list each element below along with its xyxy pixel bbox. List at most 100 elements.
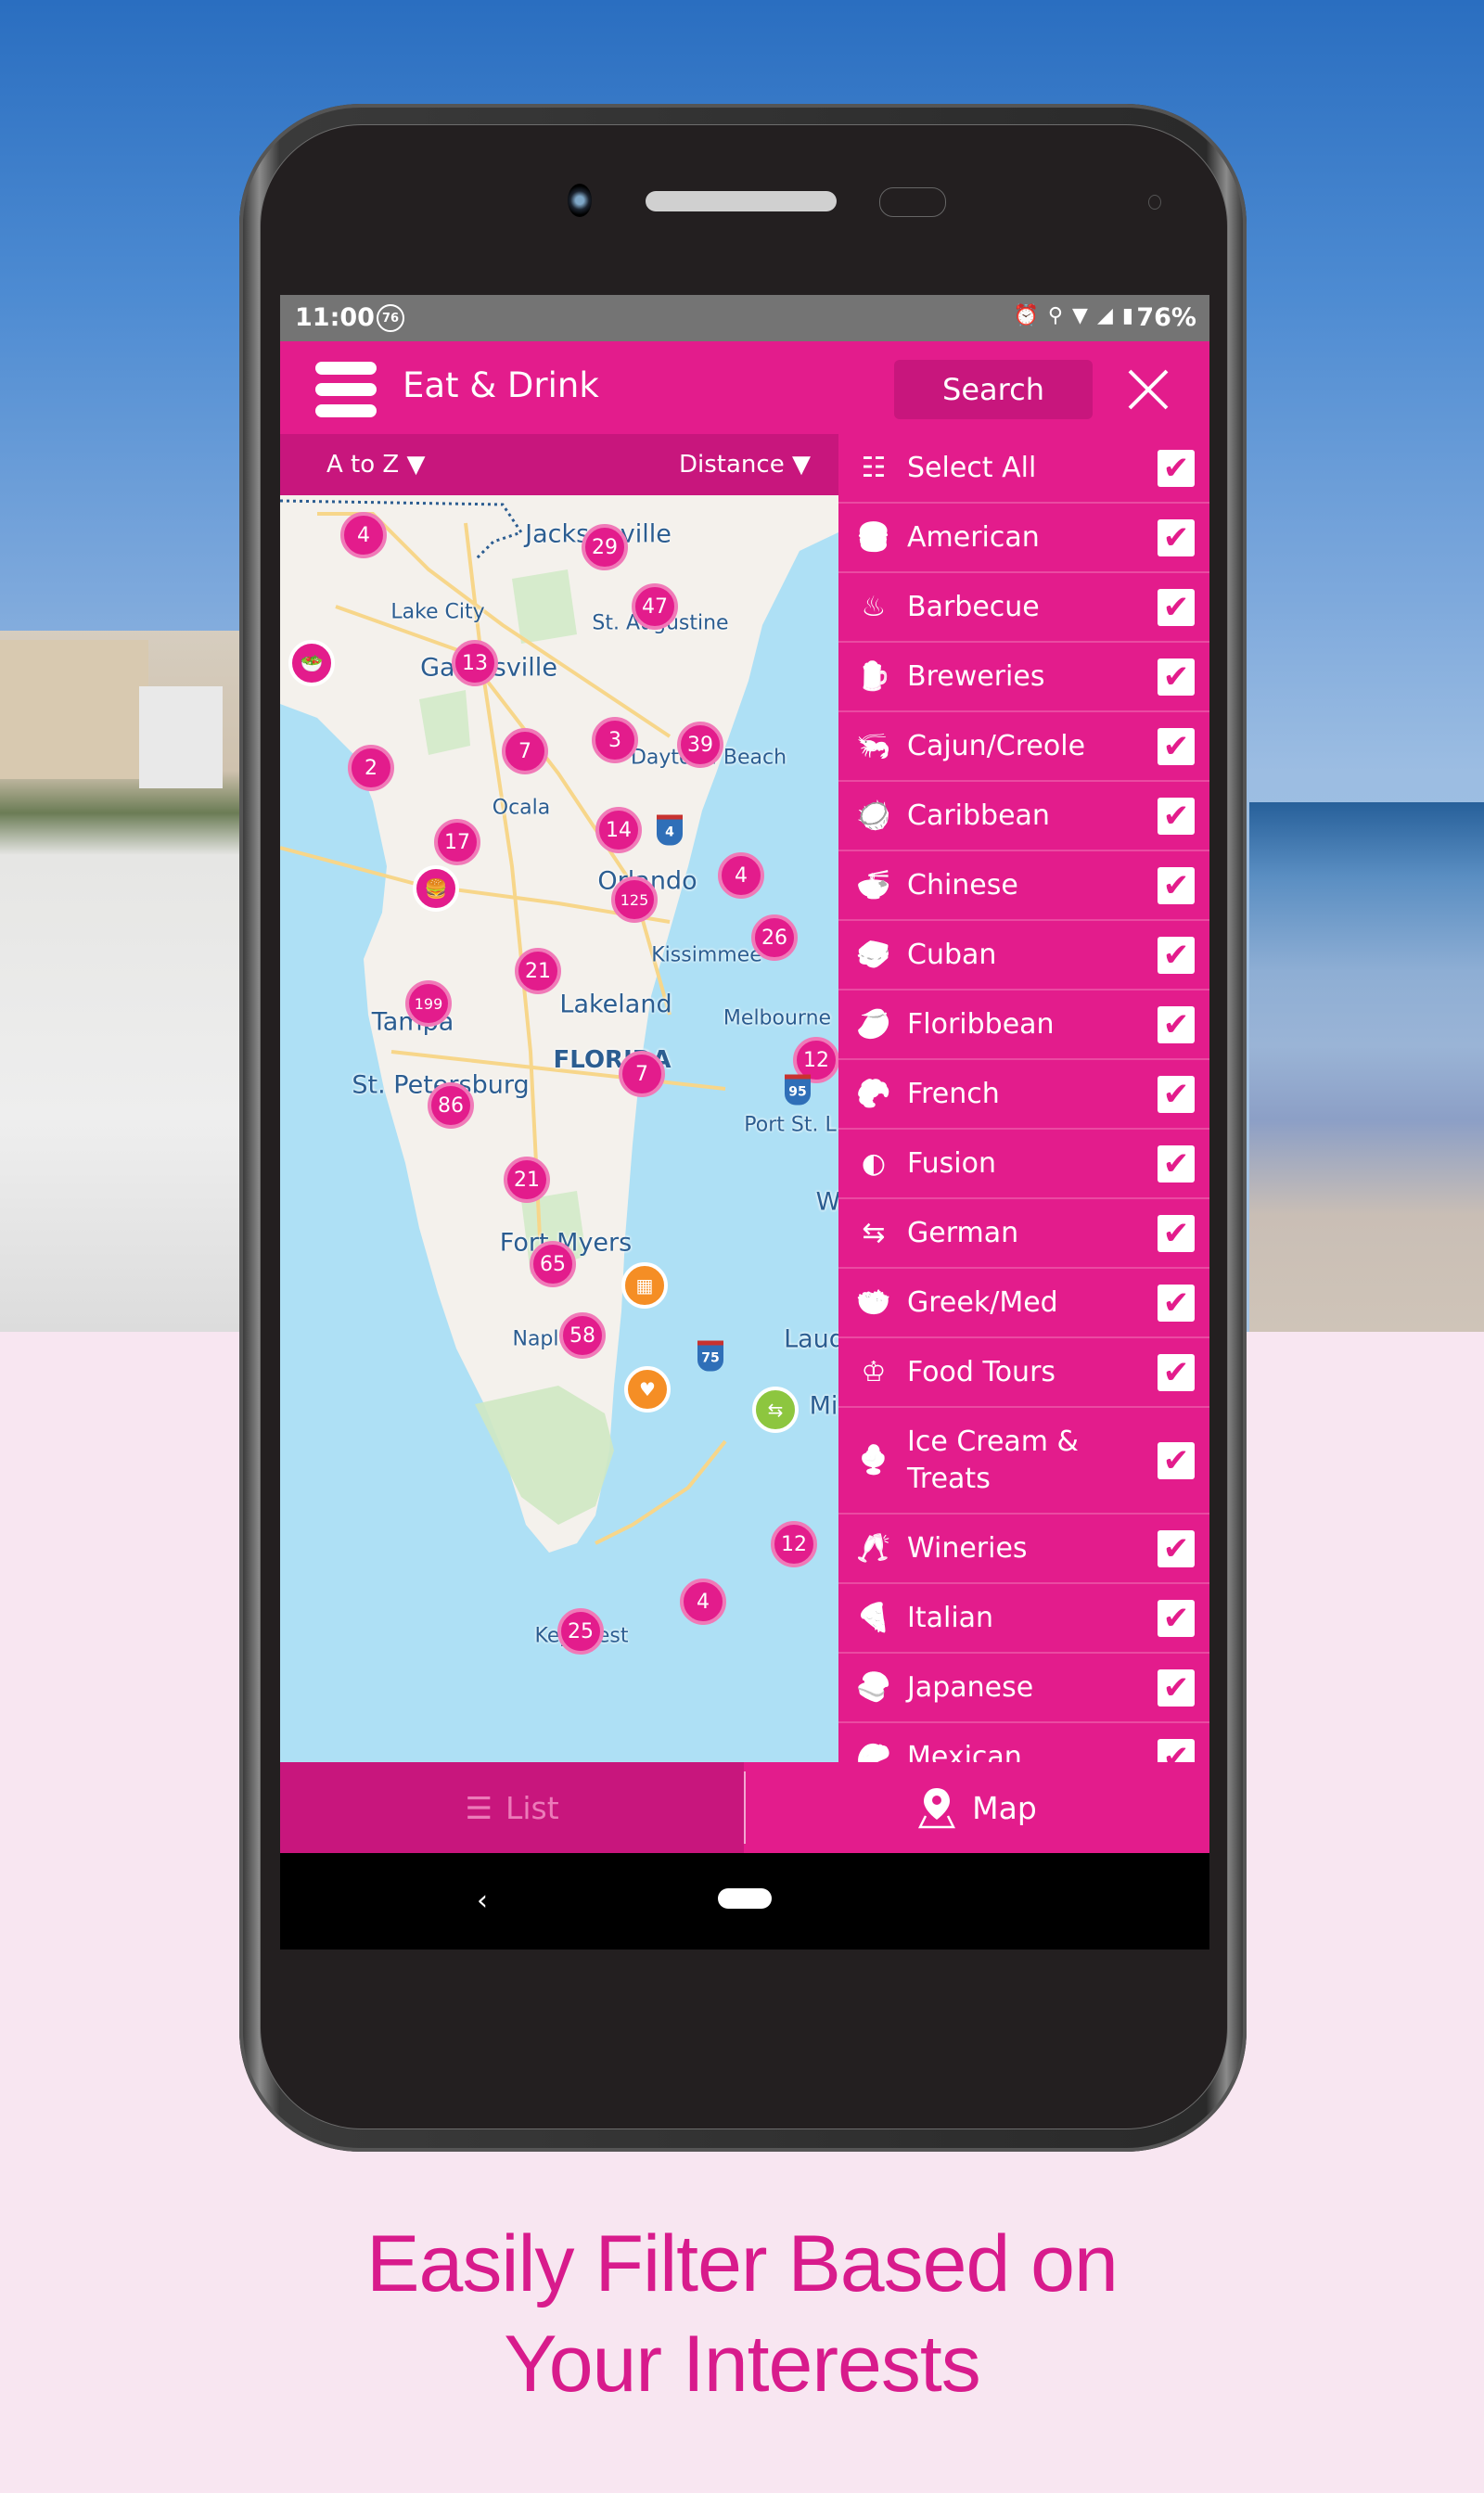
filter-checkbox[interactable]: ✔ [1158, 936, 1195, 974]
proximity-sensor [879, 187, 946, 217]
map-city-label: Mi [809, 1391, 838, 1421]
map-cluster-marker[interactable]: 4 [680, 1579, 726, 1625]
mango-icon: 🥭 [856, 1008, 891, 1041]
burger-drink-marker-icon[interactable]: 🍔 [413, 865, 459, 912]
filter-item-label: Italian [907, 1601, 994, 1634]
map-cluster-marker[interactable]: 13 [452, 640, 498, 686]
close-icon[interactable] [1126, 367, 1171, 412]
map-cluster-marker[interactable]: 4 [340, 512, 387, 558]
home-pill[interactable] [718, 1888, 772, 1909]
filter-item-food-tours[interactable]: ♔ Food Tours ✔ [838, 1338, 1209, 1408]
map-cluster-marker[interactable]: 7 [502, 728, 548, 774]
map-cluster-marker[interactable]: 21 [515, 948, 561, 994]
filter-item-greek-med[interactable]: 🥗 Greek/Med ✔ [838, 1269, 1209, 1338]
tab-list[interactable]: ☰ List [280, 1762, 744, 1853]
map-view[interactable]: JacksonvilleLake CitySt. AugustineGaines… [280, 495, 838, 1762]
sort-bar: A to Z ▼ Distance ▼ [280, 434, 838, 495]
highway-shield-icon: 75 [697, 1340, 723, 1372]
salad-bowl-marker-icon[interactable]: 🥗 [288, 640, 335, 686]
sushi-icon: 🍣 [856, 1671, 891, 1704]
filter-item-wineries[interactable]: 🥂 Wineries ✔ [838, 1515, 1209, 1584]
filter-item-caribbean[interactable]: 🥥 Caribbean ✔ [838, 782, 1209, 851]
filter-item-select-all[interactable]: ☷ Select All ✔ [838, 434, 1209, 504]
filter-item-cuban[interactable]: 🥪 Cuban ✔ [838, 921, 1209, 991]
croissant-icon: 🥐 [856, 1078, 891, 1110]
filter-item-label: Select All [907, 451, 1037, 484]
filter-item-floribbean[interactable]: 🥭 Floribbean ✔ [838, 991, 1209, 1060]
map-cluster-marker[interactable]: 3 [592, 717, 638, 763]
filter-item-label: French [907, 1077, 1000, 1110]
filter-item-chinese[interactable]: 🍜 Chinese ✔ [838, 851, 1209, 921]
filter-item-label: Cajun/Creole [907, 729, 1086, 762]
filter-checkbox[interactable]: ✔ [1158, 1529, 1195, 1567]
battery-level: 76% [1136, 303, 1196, 332]
map-cluster-marker[interactable]: 12 [771, 1521, 817, 1567]
filter-item-label: German [907, 1216, 1019, 1249]
filter-item-german[interactable]: ⇆ German ✔ [838, 1199, 1209, 1269]
map-cluster-marker[interactable]: 58 [559, 1312, 606, 1359]
pizza-icon: 🍕 [856, 1602, 891, 1634]
map-cluster-marker[interactable]: 26 [751, 914, 798, 961]
caption-line-1: Easily Filter Based on [366, 2219, 1119, 2308]
filter-checkbox[interactable]: ✔ [1158, 1353, 1195, 1391]
notification-badge: 76 [377, 304, 404, 332]
filter-checkbox[interactable]: ✔ [1158, 1075, 1195, 1113]
filter-item-label: American [907, 520, 1040, 554]
filter-item-breweries[interactable]: 🍺 Breweries ✔ [838, 643, 1209, 712]
filter-checkbox[interactable]: ✔ [1158, 1441, 1195, 1479]
map-cluster-marker[interactable]: 47 [632, 583, 678, 630]
filter-checkbox[interactable]: ✔ [1158, 727, 1195, 765]
filter-checkbox[interactable]: ✔ [1158, 1284, 1195, 1322]
map-cluster-marker[interactable]: 199 [405, 980, 452, 1027]
map-cluster-marker[interactable]: 21 [504, 1157, 550, 1203]
hotel-marker-icon[interactable]: ▦ [621, 1262, 668, 1309]
filter-checkbox[interactable]: ✔ [1158, 866, 1195, 904]
map-cluster-marker[interactable]: 17 [434, 819, 480, 865]
german-signpost-marker-icon[interactable]: ⇆ [752, 1387, 799, 1433]
filter-checkbox[interactable]: ✔ [1158, 1005, 1195, 1043]
back-icon[interactable]: ‹ [477, 1885, 488, 1917]
coconut-icon: 🥥 [856, 799, 891, 832]
filter-checkbox[interactable]: ✔ [1158, 518, 1195, 556]
filter-item-italian[interactable]: 🍕 Italian ✔ [838, 1584, 1209, 1654]
map-cluster-marker[interactable]: 14 [595, 807, 642, 853]
filter-checkbox[interactable]: ✔ [1158, 449, 1195, 487]
food-tour-marker-icon[interactable]: ♥ [624, 1366, 671, 1413]
filter-item-label: Food Tours [907, 1355, 1056, 1388]
sort-distance-dropdown[interactable]: Distance ▼ [679, 451, 811, 479]
filter-item-fusion[interactable]: ◐ Fusion ✔ [838, 1130, 1209, 1199]
tab-map[interactable]: Map [746, 1762, 1209, 1853]
filter-checkbox[interactable]: ✔ [1158, 1599, 1195, 1637]
map-cluster-marker[interactable]: 29 [582, 524, 628, 570]
filter-checkbox[interactable]: ✔ [1158, 588, 1195, 626]
filter-item-french[interactable]: 🥐 French ✔ [838, 1060, 1209, 1130]
front-camera [568, 184, 592, 217]
filter-item-label: Fusion [907, 1146, 996, 1180]
filter-checkbox[interactable]: ✔ [1158, 1214, 1195, 1252]
map-cluster-marker[interactable]: 86 [428, 1082, 474, 1129]
map-cluster-marker[interactable]: 2 [348, 745, 394, 791]
filter-item-mexican[interactable]: 🌮 Mexican ✔ [838, 1723, 1209, 1762]
filter-item-cajun-creole[interactable]: 🦐 Cajun/Creole ✔ [838, 712, 1209, 782]
highway-shield-icon: 4 [657, 814, 683, 846]
status-bar: 11:00 76 ⏰⚲▼◢▮ 76% [280, 295, 1209, 341]
sort-distance-label: Distance [679, 451, 785, 479]
map-cluster-marker[interactable]: 7 [619, 1051, 665, 1097]
filter-checkbox[interactable]: ✔ [1158, 658, 1195, 696]
map-cluster-marker[interactable]: 125 [611, 876, 658, 923]
sort-alpha-dropdown[interactable]: A to Z ▼ [326, 451, 426, 479]
filter-checkbox[interactable]: ✔ [1158, 1144, 1195, 1183]
map-cluster-marker[interactable]: 4 [718, 852, 764, 899]
filter-checkbox[interactable]: ✔ [1158, 1668, 1195, 1707]
filter-item-japanese[interactable]: 🍣 Japanese ✔ [838, 1654, 1209, 1723]
map-cluster-marker[interactable]: 39 [677, 722, 723, 768]
menu-icon[interactable] [315, 362, 377, 417]
filter-item-barbecue[interactable]: ♨ Barbecue ✔ [838, 573, 1209, 643]
map-cluster-marker[interactable]: 65 [530, 1241, 576, 1287]
filter-checkbox[interactable]: ✔ [1158, 1738, 1195, 1762]
search-button[interactable]: Search [894, 360, 1093, 419]
filter-item-american[interactable]: 🍔 American ✔ [838, 504, 1209, 573]
filter-checkbox[interactable]: ✔ [1158, 797, 1195, 835]
filter-item-ice-cream-treats[interactable]: 🍨 Ice Cream & Treats ✔ [838, 1408, 1209, 1515]
map-cluster-marker[interactable]: 25 [557, 1608, 604, 1655]
